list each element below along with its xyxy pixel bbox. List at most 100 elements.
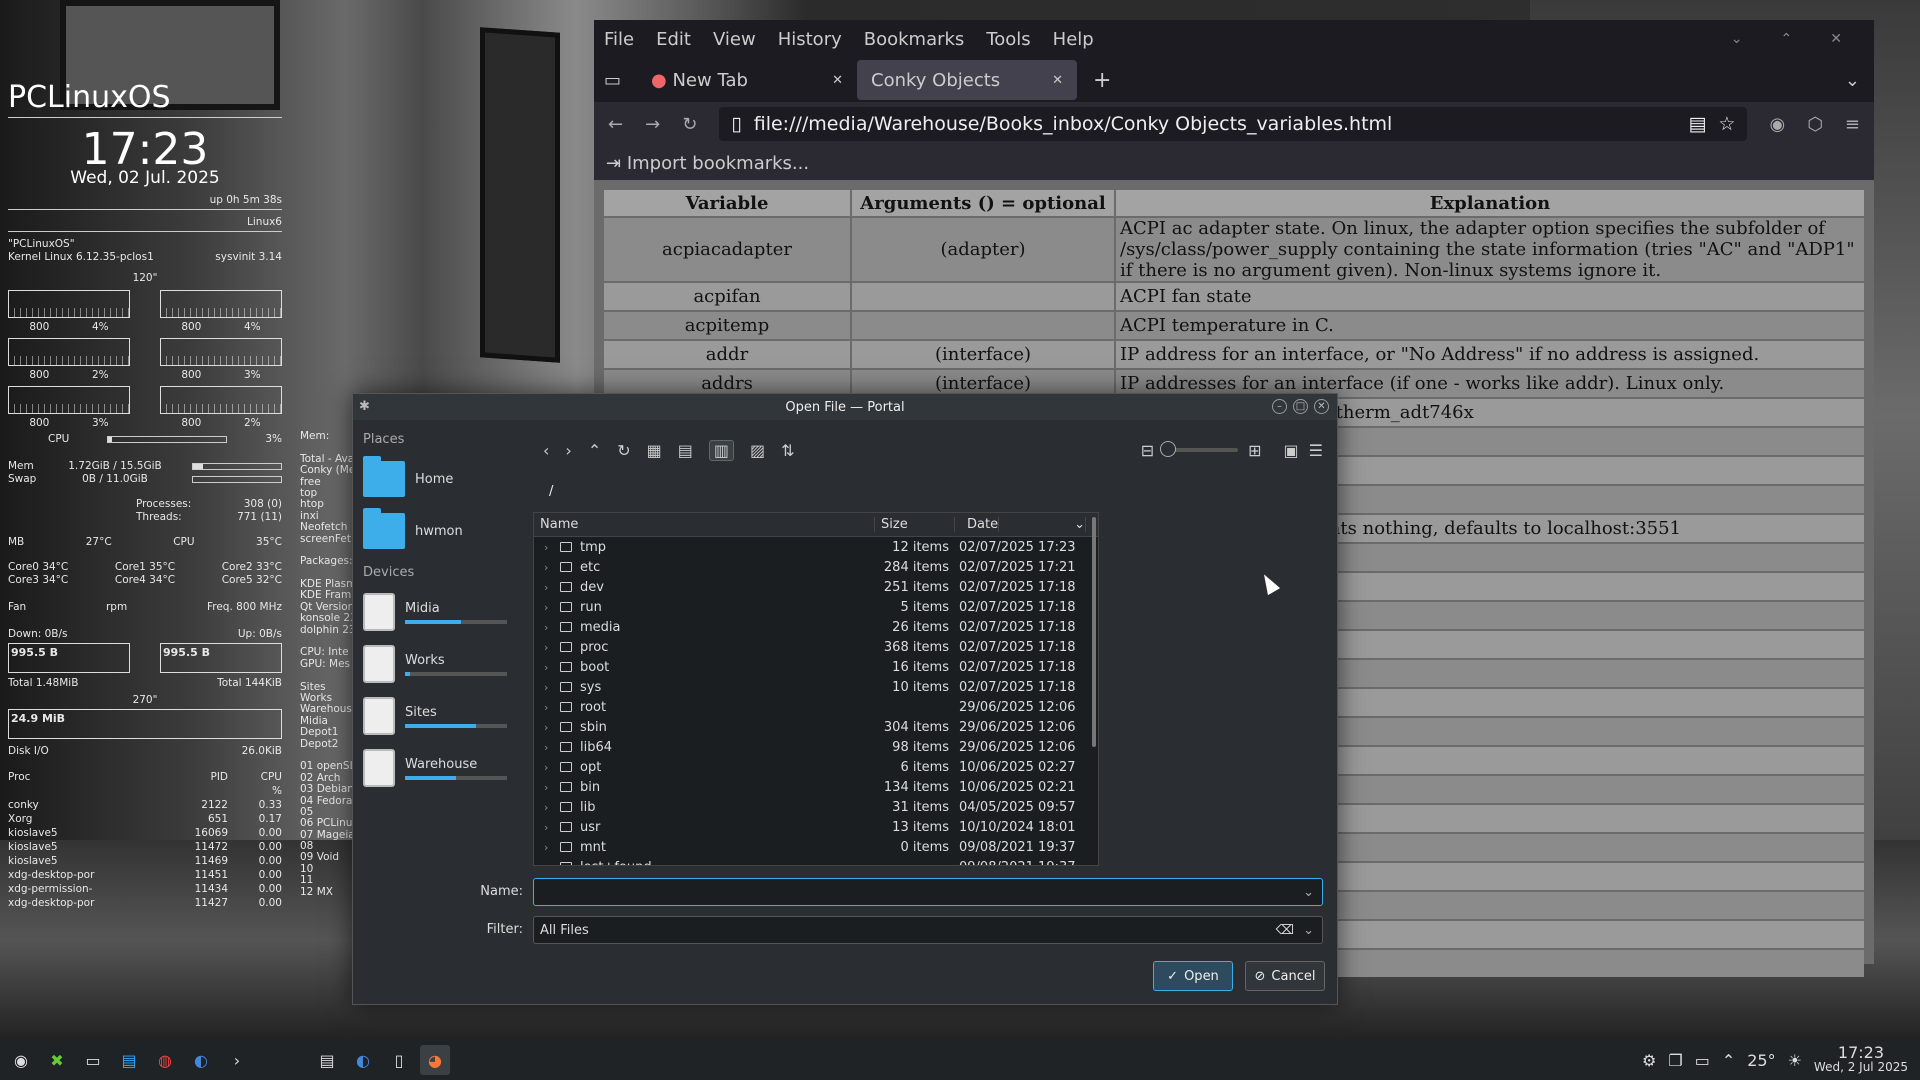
file-row[interactable]: › tmp 12 items 02/07/2025 17:23 (534, 537, 1098, 557)
menu-view[interactable]: View (713, 29, 756, 50)
zoom-in-icon[interactable]: ⊞ (1248, 441, 1261, 460)
preview-icon[interactable]: ▨ (750, 441, 765, 460)
tab-close-icon[interactable]: ✕ (832, 73, 843, 88)
file-row[interactable]: › lib64 98 items 29/06/2025 12:06 (534, 737, 1098, 757)
menu-help[interactable]: Help (1053, 29, 1094, 50)
expand-chevron-icon[interactable]: › (544, 801, 552, 814)
place-home[interactable]: Home (363, 453, 527, 505)
icon-view-icon[interactable]: ▦ (647, 441, 662, 460)
forward-icon[interactable]: → (645, 114, 660, 135)
location-path[interactable]: / (549, 484, 553, 499)
file-row[interactable]: › dev 251 items 02/07/2025 17:18 (534, 577, 1098, 597)
maximize-icon[interactable]: ⌃ (1781, 31, 1793, 47)
place-hwmon[interactable]: hwmon (363, 505, 527, 557)
import-bookmarks-link[interactable]: ⇥ Import bookmarks... (606, 153, 809, 174)
zoom-out-icon[interactable]: ⊟ (1141, 441, 1154, 460)
expand-chevron-icon[interactable]: › (544, 721, 552, 734)
expand-chevron-icon[interactable]: › (544, 581, 552, 594)
file-row[interactable]: › lib 31 items 04/05/2025 09:57 (534, 797, 1098, 817)
device-item[interactable]: Works (363, 638, 527, 690)
expand-chevron-icon[interactable]: › (544, 541, 552, 554)
menu-icon[interactable]: ≡ (1845, 114, 1860, 135)
file-row[interactable]: › usr 13 items 10/10/2024 18:01 (534, 817, 1098, 837)
console-icon[interactable]: › (222, 1045, 252, 1075)
terminal-icon[interactable]: ▭ (78, 1045, 108, 1075)
file-row[interactable]: › opt 6 items 10/06/2025 02:27 (534, 757, 1098, 777)
col-size[interactable]: Size (875, 517, 955, 532)
parent-folder-icon[interactable]: ⌃ (588, 441, 601, 460)
filter-combo[interactable]: All Files ⌫ ⌄ (533, 916, 1323, 944)
thunderbird-icon[interactable]: ◐ (186, 1045, 216, 1075)
expand-chevron-icon[interactable]: › (544, 861, 552, 866)
tab-close-icon[interactable]: ✕ (1052, 73, 1063, 88)
file-row[interactable]: › root 29/06/2025 12:06 (534, 697, 1098, 717)
file-row[interactable]: › etc 284 items 02/07/2025 17:21 (534, 557, 1098, 577)
expand-chevron-icon[interactable]: › (544, 661, 552, 674)
expand-chevron-icon[interactable]: › (544, 761, 552, 774)
new-folder-icon[interactable]: ▣ (1284, 441, 1299, 460)
file-row[interactable]: › sys 10 items 02/07/2025 17:18 (534, 677, 1098, 697)
app-launcher-icon[interactable]: ◉ (6, 1045, 36, 1075)
file-row[interactable]: › proc 368 items 02/07/2025 17:18 (534, 637, 1098, 657)
device-item[interactable]: Midia (363, 586, 527, 638)
expand-chevron-icon[interactable]: › (544, 701, 552, 714)
reload-icon[interactable]: ↻ (617, 441, 630, 460)
taskbar-firefox-icon[interactable]: ◕ (420, 1045, 450, 1075)
taskbar-clock[interactable]: 17:23 Wed, 2 Jul 2025 (1814, 1045, 1908, 1075)
clear-filter-icon[interactable]: ⌫ (1276, 923, 1294, 938)
url-bar[interactable]: ▯ file:///media/Warehouse/Books_inbox/Co… (719, 107, 1748, 141)
expand-chevron-icon[interactable]: › (544, 601, 552, 614)
chrome-icon[interactable]: ◍ (150, 1045, 180, 1075)
settings-icon[interactable]: ⚙ (1642, 1051, 1656, 1070)
expand-chevron-icon[interactable]: › (544, 561, 552, 574)
new-tab-button[interactable]: + (1093, 68, 1111, 93)
file-row[interactable]: › mnt 0 items 09/08/2021 19:37 (534, 837, 1098, 857)
minimize-icon[interactable]: – (1272, 399, 1287, 414)
open-button[interactable]: ✓ Open (1153, 961, 1233, 991)
close-icon[interactable]: ✕ (1314, 399, 1329, 414)
maximize-icon[interactable]: □ (1293, 399, 1308, 414)
clipboard-icon[interactable]: ❐ (1668, 1051, 1682, 1070)
menu-tools[interactable]: Tools (986, 29, 1030, 50)
tab-new-tab[interactable]: ● New Tab ✕ (637, 60, 857, 100)
tab-overview-icon[interactable]: ▭ (604, 70, 621, 91)
col-date[interactable]: Date ⌄ (955, 517, 1095, 532)
expand-chevron-icon[interactable]: › (544, 741, 552, 754)
file-list-scrollbar[interactable] (1092, 517, 1096, 747)
close-icon[interactable]: ✕ (1830, 31, 1842, 47)
file-row[interactable]: › lost+found 09/08/2021 19:37 (534, 857, 1098, 866)
file-manager-icon[interactable]: ▤ (114, 1045, 144, 1075)
weather-temp[interactable]: 25° (1747, 1051, 1775, 1070)
taskbar-thunderbird-icon[interactable]: ◐ (348, 1045, 378, 1075)
back-icon[interactable]: ← (608, 114, 623, 135)
sort-icon[interactable]: ⇅ (781, 441, 794, 460)
device-item[interactable]: Warehouse (363, 742, 527, 794)
expand-chevron-icon[interactable]: › (544, 641, 552, 654)
cancel-button[interactable]: ⊘ Cancel (1245, 961, 1325, 991)
expand-chevron-icon[interactable]: › (544, 681, 552, 694)
tab-conky-objects[interactable]: Conky Objects ✕ (857, 60, 1078, 100)
col-name[interactable]: Name (534, 517, 875, 532)
zoom-slider[interactable] (1160, 441, 1239, 457)
expand-chevron-icon[interactable]: › (544, 821, 552, 834)
display-icon[interactable]: ▭ (1695, 1051, 1710, 1070)
file-row[interactable]: › media 26 items 02/07/2025 17:18 (534, 617, 1098, 637)
forward-icon[interactable]: › (565, 441, 571, 460)
list-tabs-icon[interactable]: ⌄ (1845, 70, 1860, 91)
reader-view-icon[interactable]: ▤ (1688, 113, 1706, 135)
file-list[interactable]: Name Size Date ⌄ › tmp 12 items 02/07/2025 1… (533, 512, 1099, 866)
file-row[interactable]: › boot 16 items 02/07/2025 17:18 (534, 657, 1098, 677)
name-input[interactable]: ⌄ (533, 878, 1323, 906)
taskbar-document-icon[interactable]: ▯ (384, 1045, 414, 1075)
expand-chevron-icon[interactable]: › (544, 841, 552, 854)
minimize-icon[interactable]: ⌄ (1731, 31, 1743, 47)
expand-chevron-icon[interactable]: › (544, 621, 552, 634)
xfce-icon[interactable]: ✖ (42, 1045, 72, 1075)
menu-file[interactable]: File (604, 29, 634, 50)
device-item[interactable]: Sites (363, 690, 527, 742)
menu-bookmarks[interactable]: Bookmarks (864, 29, 965, 50)
compact-view-icon[interactable]: ▤ (678, 441, 693, 460)
taskbar-dolphin-icon[interactable]: ▤ (312, 1045, 342, 1075)
tray-expand-icon[interactable]: ⌃ (1722, 1051, 1735, 1070)
filter-dropdown-icon[interactable]: ⌄ (1303, 923, 1314, 938)
